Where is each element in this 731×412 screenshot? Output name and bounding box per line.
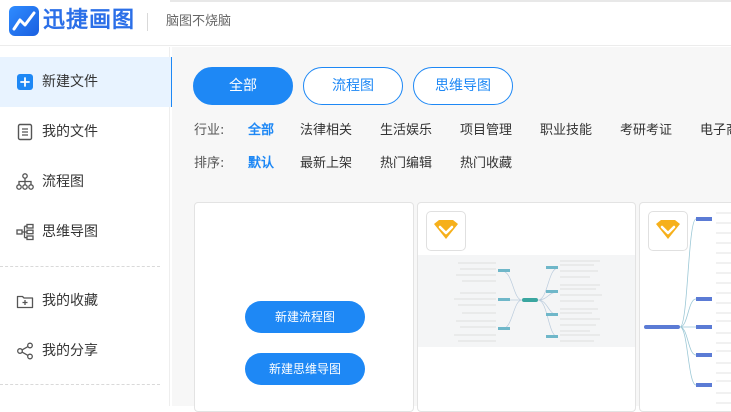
app-name[interactable]: 迅捷画图 bbox=[43, 6, 135, 36]
sidebar-item-label: 我的分享 bbox=[42, 343, 98, 359]
sidebar-item-flowchart[interactable]: 流程图 bbox=[0, 157, 172, 207]
sidebar-item-favorites[interactable]: 我的收藏 bbox=[0, 276, 172, 326]
template-thumbnail bbox=[640, 203, 731, 411]
sort-filter-label: 排序: bbox=[194, 156, 225, 171]
sidebar: 新建文件 我的文件 流程图 思维导图 我的收藏 我的分享 bbox=[0, 47, 174, 406]
industry-option-career[interactable]: 职业技能 bbox=[540, 121, 592, 141]
vip-crown-icon bbox=[426, 211, 466, 251]
sort-option-newest[interactable]: 最新上架 bbox=[300, 154, 352, 174]
sidebar-divider bbox=[0, 266, 160, 267]
tab-all[interactable]: 全部 bbox=[193, 67, 293, 105]
new-flowchart-button[interactable]: 新建流程图 bbox=[245, 301, 365, 333]
sidebar-item-label: 我的收藏 bbox=[42, 293, 98, 309]
mindmap-icon bbox=[15, 222, 35, 242]
industry-option-law[interactable]: 法律相关 bbox=[300, 121, 352, 141]
industry-option-project[interactable]: 项目管理 bbox=[460, 121, 512, 141]
sort-option-hot-favorite[interactable]: 热门收藏 bbox=[460, 154, 512, 174]
flowchart-icon bbox=[15, 172, 35, 192]
new-file-card: 新建流程图 新建思维导图 bbox=[194, 202, 414, 412]
chart-line-logo-icon[interactable] bbox=[9, 6, 39, 36]
favorite-folder-icon bbox=[15, 291, 35, 311]
template-thumbnail bbox=[418, 255, 635, 347]
sidebar-item-label: 流程图 bbox=[42, 174, 84, 190]
header-divider bbox=[147, 13, 148, 31]
tab-flowchart[interactable]: 流程图 bbox=[303, 67, 403, 105]
sidebar-item-my-files[interactable]: 我的文件 bbox=[0, 107, 172, 157]
industry-option-ecommerce[interactable]: 电子商 bbox=[700, 121, 731, 141]
new-mindmap-button[interactable]: 新建思维导图 bbox=[245, 353, 365, 385]
sidebar-divider bbox=[0, 384, 160, 385]
sidebar-item-label: 思维导图 bbox=[42, 224, 98, 240]
sort-option-default[interactable]: 默认 bbox=[248, 154, 274, 174]
sidebar-item-shares[interactable]: 我的分享 bbox=[0, 326, 172, 376]
industry-filter-label: 行业: bbox=[194, 123, 225, 138]
share-icon bbox=[15, 341, 35, 361]
sort-option-hot-edit[interactable]: 热门编辑 bbox=[380, 154, 432, 174]
tab-mindmap[interactable]: 思维导图 bbox=[413, 67, 513, 105]
industry-option-all[interactable]: 全部 bbox=[248, 121, 274, 141]
industry-option-exam[interactable]: 考研考证 bbox=[620, 121, 672, 141]
document-icon bbox=[15, 122, 35, 142]
plus-square-icon bbox=[15, 72, 35, 92]
sidebar-item-label: 我的文件 bbox=[42, 124, 98, 140]
top-bar: 迅捷画图 脑图不烧脑 bbox=[0, 0, 731, 46]
sidebar-item-new-file[interactable]: 新建文件 bbox=[0, 57, 174, 107]
sidebar-item-mindmap[interactable]: 思维导图 bbox=[0, 207, 172, 257]
industry-option-life[interactable]: 生活娱乐 bbox=[380, 121, 432, 141]
template-card[interactable] bbox=[417, 202, 636, 412]
app-slogan: 脑图不烧脑 bbox=[166, 14, 232, 29]
template-card[interactable] bbox=[639, 202, 731, 412]
sidebar-item-label: 新建文件 bbox=[42, 74, 98, 90]
top-edge-line bbox=[170, 0, 731, 2]
